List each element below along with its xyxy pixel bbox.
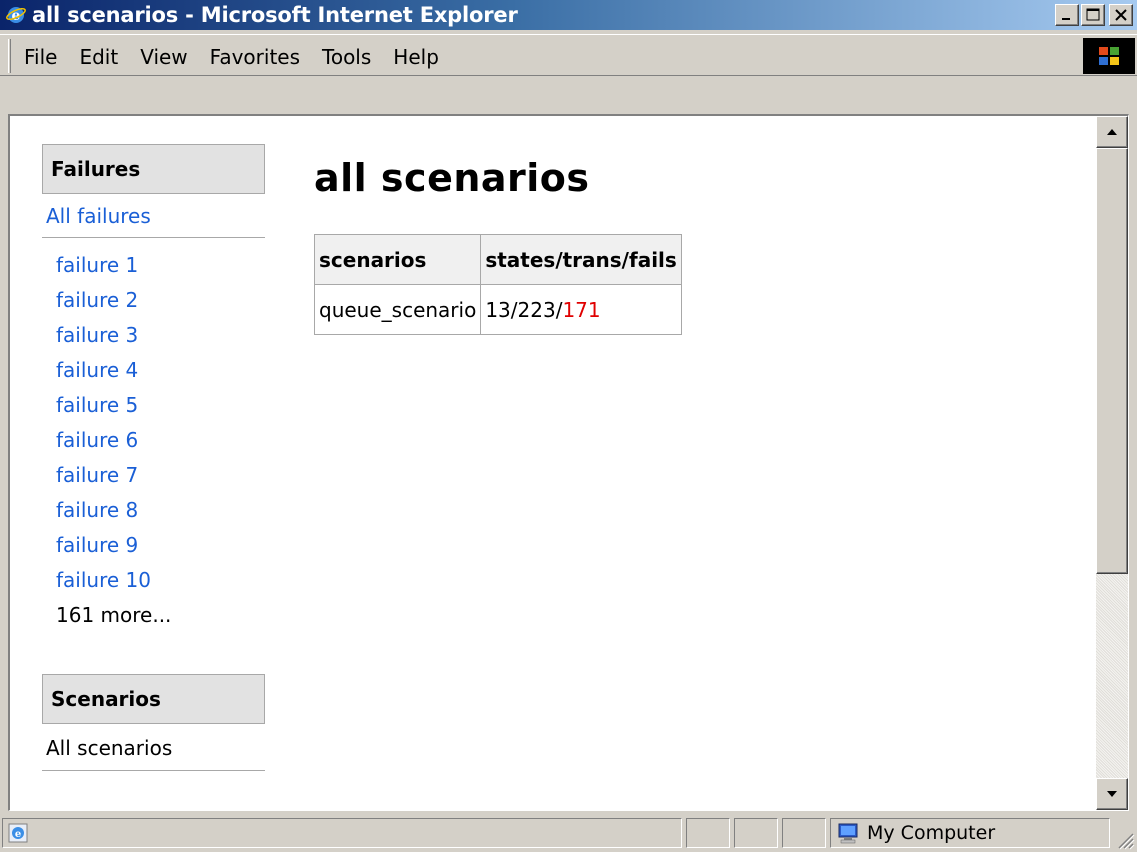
fails-count: 171 — [562, 297, 601, 322]
status-pane — [734, 818, 778, 848]
failure-link[interactable]: failure 3 — [56, 323, 138, 347]
window-title: all scenarios - Microsoft Internet Explo… — [32, 3, 518, 27]
scrollbar-thumb[interactable] — [1096, 148, 1128, 574]
page-viewport: Failures All failures failure 1 failure … — [8, 114, 1129, 811]
arrow-down-icon — [1107, 791, 1117, 797]
list-item: failure 3 — [42, 322, 265, 357]
menu-favorites[interactable]: Favorites — [199, 45, 311, 69]
list-item: failure 1 — [42, 252, 265, 287]
all-scenarios-text: All scenarios — [42, 724, 265, 771]
failure-link[interactable]: failure 1 — [56, 253, 138, 277]
counts-cell: 13/223/171 — [480, 284, 682, 335]
scroll-up-button[interactable] — [1096, 116, 1128, 148]
menu-view[interactable]: View — [129, 45, 198, 69]
menu-help[interactable]: Help — [382, 45, 450, 69]
status-bar: e My Computer — [0, 814, 1137, 852]
status-pane — [686, 818, 730, 848]
failure-link[interactable]: failure 2 — [56, 288, 138, 312]
failure-link[interactable]: failure 6 — [56, 428, 138, 452]
menu-tools[interactable]: Tools — [311, 45, 382, 69]
close-button[interactable] — [1109, 4, 1133, 26]
svg-text:e: e — [15, 829, 21, 840]
menu-edit[interactable]: Edit — [68, 45, 129, 69]
table-row: queue_scenario 13/223/171 — [313, 284, 682, 335]
resize-grip-icon[interactable] — [1115, 830, 1135, 850]
security-zone-label: My Computer — [867, 822, 996, 844]
scroll-down-button[interactable] — [1096, 778, 1128, 810]
more-failures-text: 161 more... — [56, 603, 172, 627]
my-computer-icon — [838, 823, 858, 844]
failures-heading: Failures — [42, 144, 265, 194]
failure-link[interactable]: failure 7 — [56, 463, 138, 487]
list-item: failure 8 — [42, 497, 265, 532]
failure-link[interactable]: failure 8 — [56, 498, 138, 522]
maximize-icon — [1086, 8, 1100, 21]
column-header-counts: states/trans/fails — [480, 234, 682, 285]
toolbar-grip[interactable] — [8, 39, 11, 73]
scenario-name-cell: queue_scenario — [313, 284, 482, 335]
status-text-pane: e — [2, 818, 682, 848]
vertical-scrollbar[interactable] — [1096, 116, 1128, 810]
list-item: failure 2 — [42, 287, 265, 322]
page-title: all scenarios — [314, 156, 590, 200]
failure-link[interactable]: failure 10 — [56, 568, 151, 592]
all-failures-link[interactable]: All failures — [42, 194, 265, 238]
list-item: failure 9 — [42, 532, 265, 567]
windows-logo-icon — [1083, 38, 1135, 74]
sidebar: Failures All failures failure 1 failure … — [42, 144, 265, 771]
list-item: failure 10 — [42, 567, 265, 602]
list-item: failure 4 — [42, 357, 265, 392]
page-icon: e — [8, 823, 28, 843]
failure-link[interactable]: failure 5 — [56, 393, 138, 417]
internet-explorer-icon: e — [6, 5, 26, 25]
failure-link[interactable]: failure 9 — [56, 533, 138, 557]
arrow-up-icon — [1107, 129, 1117, 135]
menu-file[interactable]: File — [14, 45, 68, 69]
column-header-scenarios: scenarios — [313, 234, 482, 285]
security-zone-pane[interactable]: My Computer — [830, 818, 1110, 848]
scenarios-table: scenarios states/trans/fails queue_scena… — [313, 234, 682, 335]
failure-link[interactable]: failure 4 — [56, 358, 138, 382]
main-content: all scenarios scenarios states/trans/fai… — [313, 156, 682, 335]
title-bar: e all scenarios - Microsoft Internet Exp… — [0, 0, 1137, 30]
counts-prefix: 13/223/ — [485, 297, 563, 322]
maximize-button[interactable] — [1081, 4, 1105, 26]
scenarios-heading: Scenarios — [42, 674, 265, 724]
table-header-row: scenarios states/trans/fails — [313, 234, 682, 285]
minimize-button[interactable] — [1055, 4, 1079, 26]
minimize-icon — [1062, 18, 1070, 20]
close-icon — [1115, 9, 1127, 21]
list-item: failure 7 — [42, 462, 265, 497]
failure-list: failure 1 failure 2 failure 3 failure 4 … — [42, 238, 265, 602]
list-item: failure 5 — [42, 392, 265, 427]
list-item: failure 6 — [42, 427, 265, 462]
status-pane — [782, 818, 826, 848]
menu-bar: File Edit View Favorites Tools Help — [0, 30, 1137, 110]
